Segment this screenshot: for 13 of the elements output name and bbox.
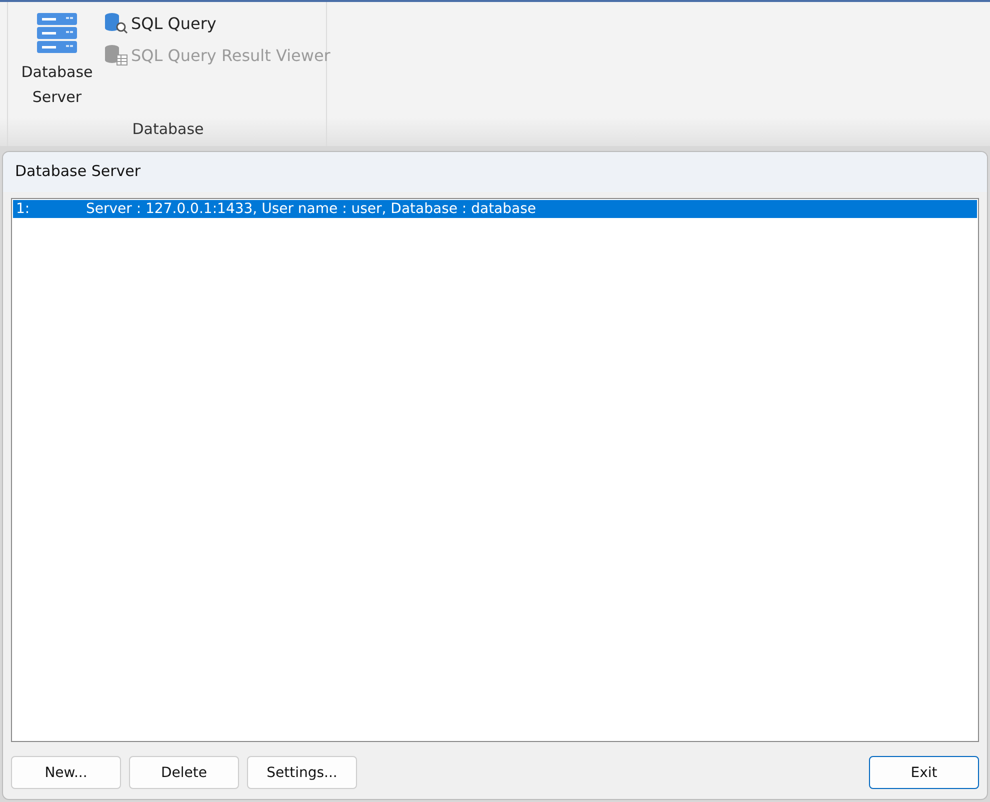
list-item[interactable]: 1: Server : 127.0.0.1:1433, User name : user, Database : database bbox=[13, 200, 977, 218]
server-list[interactable]: 1: Server : 127.0.0.1:1433, User name : user, Database : database bbox=[11, 198, 979, 742]
dialog-button[interactable]: New... bbox=[11, 756, 121, 789]
dialog-button[interactable]: Settings... bbox=[247, 756, 357, 789]
ribbon-button[interactable]: SQL Query bbox=[104, 10, 330, 36]
server-icon bbox=[35, 12, 79, 54]
database-search-icon bbox=[104, 12, 128, 34]
group-label: Database bbox=[131, 120, 205, 138]
dialog-button[interactable]: Delete bbox=[129, 756, 239, 789]
database-server-button[interactable]: Database Server bbox=[16, 6, 98, 116]
database-grid-icon bbox=[104, 44, 128, 66]
dialog-title: Database Server bbox=[3, 152, 987, 192]
exit-button[interactable]: Exit bbox=[869, 756, 979, 789]
